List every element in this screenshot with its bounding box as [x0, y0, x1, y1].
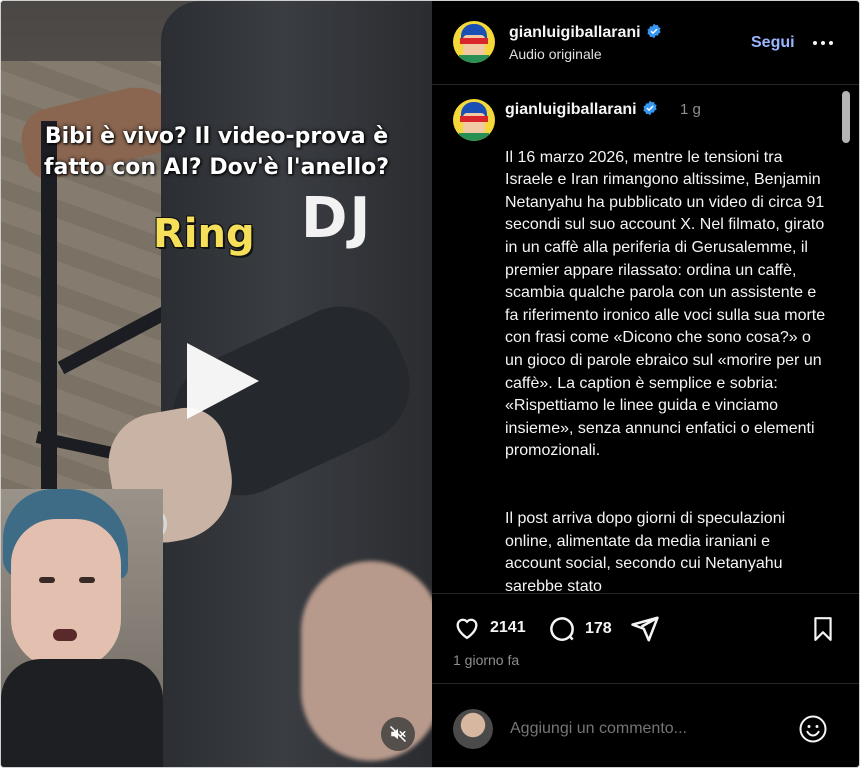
pip-face [11, 519, 121, 669]
ring-label: Ring [153, 211, 255, 257]
author-avatar[interactable] [453, 21, 495, 63]
overlay-line-1: Bibi è vivo? Il video-prova è [44, 124, 389, 149]
caption-text: Il 16 marzo 2026, mentre le tensioni tra… [505, 124, 827, 593]
overlay-line-2: fatto con AI? Dov'è l'anello? [43, 155, 390, 180]
post-sidebar: gianluigiballarani Audio originale Segui… [432, 1, 859, 767]
caption-paragraph: Il post arriva dopo giorni di speculazio… [505, 510, 786, 593]
video-overlay-caption: Bibi è vivo? Il video-prova è fatto con … [1, 121, 432, 183]
like-button[interactable]: 2141 [452, 614, 526, 642]
comment-count[interactable]: 178 [585, 620, 612, 638]
verified-badge-icon [642, 100, 657, 116]
like-count[interactable]: 2141 [490, 619, 526, 637]
comment-button[interactable]: 178 [547, 614, 612, 644]
post-header: gianluigiballarani Audio originale Segui [432, 1, 859, 85]
post-time[interactable]: 1 g [680, 101, 701, 118]
current-user-avatar [453, 709, 493, 749]
pip-eye [79, 577, 95, 583]
comment-icon [550, 617, 574, 641]
caption-author-avatar[interactable] [453, 99, 495, 141]
more-options-icon[interactable] [811, 31, 835, 55]
sign-text: DJ [301, 186, 373, 251]
comment-input[interactable] [510, 720, 780, 738]
audio-link[interactable]: Audio originale [509, 46, 602, 62]
posted-date[interactable]: 1 giorno fa [453, 652, 519, 668]
username-text[interactable]: gianluigiballarani [505, 101, 637, 118]
comment-bar [432, 683, 859, 767]
pip-mouth [53, 629, 77, 641]
bookmark-icon [814, 617, 832, 641]
author-username[interactable]: gianluigiballarani [509, 23, 662, 42]
speaker-muted-icon [389, 725, 407, 743]
post-actions: 2141 178 1 giorno fa [432, 593, 859, 683]
send-icon [631, 616, 659, 642]
heart-icon [456, 618, 478, 640]
pip-video [1, 489, 163, 767]
play-icon[interactable] [183, 341, 263, 421]
video-player[interactable]: DJ Bibi è vivo? Il video-prova è fatto c… [1, 1, 432, 767]
follow-button[interactable]: Segui [751, 34, 795, 52]
mute-button[interactable] [381, 717, 415, 751]
save-button[interactable] [810, 614, 836, 644]
emoji-icon[interactable] [798, 714, 828, 744]
caption-scroll-area[interactable]: gianluigiballarani 1 g Il 16 marzo 2026,… [432, 85, 859, 593]
pip-eye [39, 577, 55, 583]
caption-author-username[interactable]: gianluigiballarani [505, 100, 658, 119]
pip-hoodie [1, 659, 163, 767]
verified-badge-icon [646, 23, 661, 39]
share-button[interactable] [630, 614, 660, 644]
username-text[interactable]: gianluigiballarani [509, 24, 641, 41]
scrollbar-thumb[interactable] [842, 91, 850, 143]
post-modal: DJ Bibi è vivo? Il video-prova è fatto c… [0, 0, 860, 768]
caption-paragraph: Il 16 marzo 2026, mentre le tensioni tra… [505, 148, 826, 460]
